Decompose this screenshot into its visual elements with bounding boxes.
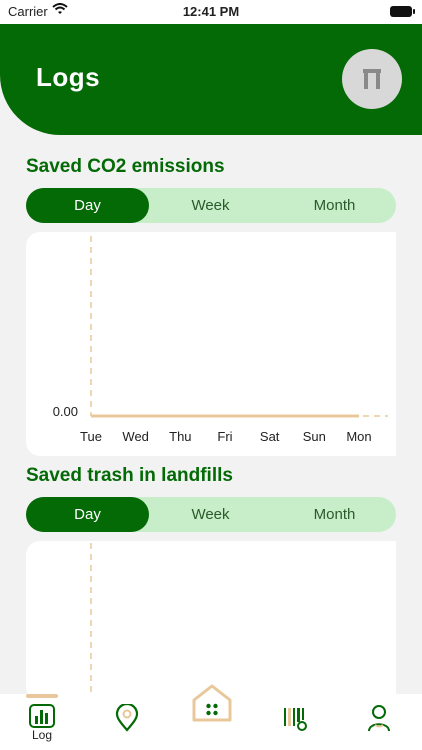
tab-map[interactable]	[97, 694, 157, 750]
battery-icon	[390, 6, 415, 17]
bar-chart-icon	[29, 704, 55, 728]
header: Logs	[0, 24, 422, 135]
tab-scan[interactable]	[264, 694, 324, 750]
section-title-trash: Saved trash in landfills	[26, 465, 233, 486]
x-tick-label: Mon	[346, 429, 371, 444]
x-tick-label: Sat	[260, 429, 280, 444]
page-title: Logs	[36, 62, 101, 92]
tab-log-label: Log	[31, 728, 53, 742]
segment-week[interactable]: Week	[149, 188, 272, 223]
segment-day[interactable]: Day	[26, 188, 149, 223]
status-bar: Carrier 12:41 PM	[0, 0, 422, 24]
segment-month[interactable]: Month	[273, 188, 396, 223]
active-tab-indicator	[26, 694, 58, 698]
x-tick-label: Tue	[80, 429, 102, 444]
tab-profile[interactable]	[349, 694, 409, 750]
barcode-scan-icon	[284, 708, 307, 731]
segment-month[interactable]: Month	[273, 497, 396, 532]
x-tick-label: Thu	[169, 429, 191, 444]
segment-day[interactable]: Day	[26, 497, 149, 532]
chart-co2: 0.00 Tue Wed Thu Fri Sat Sun Mon	[26, 232, 396, 456]
home-icon	[192, 684, 232, 722]
avatar[interactable]	[342, 49, 402, 109]
x-tick-label: Sun	[303, 429, 326, 444]
status-time: 12:41 PM	[182, 4, 240, 19]
y-tick-label: 0.00	[53, 404, 78, 419]
segment-control-trash: Day Week Month	[26, 497, 396, 532]
tab-log[interactable]: Log	[12, 694, 72, 750]
section-title-co2: Saved CO2 emissions	[26, 156, 225, 177]
x-tick-label: Fri	[217, 429, 232, 444]
profile-icon	[368, 705, 390, 732]
x-tick-label: Wed	[122, 429, 149, 444]
segment-control-co2: Day Week Month	[26, 188, 396, 223]
avatar-glyph-icon	[363, 69, 381, 89]
chart-co2-svg: 0.00Tue Wed Thu Fri Sat Sun Mon	[53, 236, 388, 444]
segment-week[interactable]: Week	[149, 497, 272, 532]
home-button[interactable]	[190, 682, 234, 724]
location-pin-icon	[115, 704, 139, 732]
